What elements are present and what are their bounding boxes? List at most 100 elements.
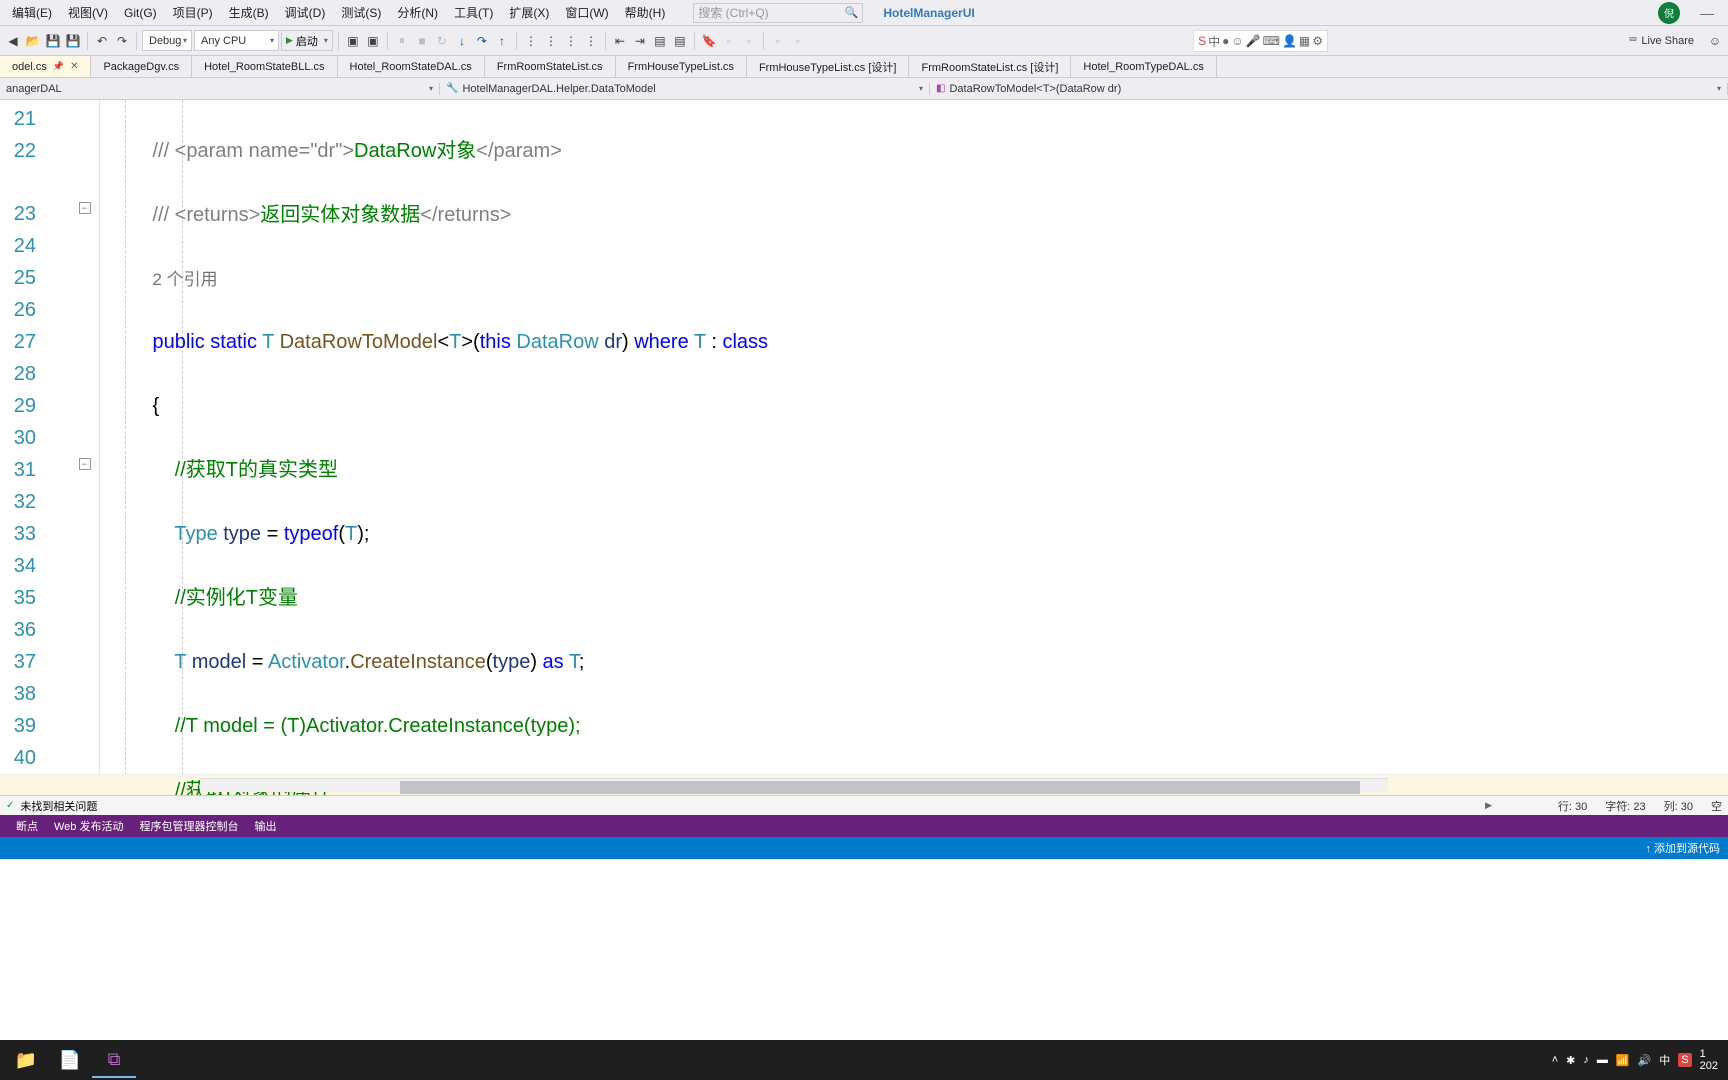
- uncomment-icon[interactable]: ▤: [671, 31, 689, 51]
- close-icon[interactable]: ✕: [70, 61, 78, 72]
- menu-build[interactable]: 生成(B): [221, 0, 277, 25]
- comment-icon[interactable]: ▤: [651, 31, 669, 51]
- nav-back-icon[interactable]: ◀: [4, 31, 22, 51]
- ime-indicator[interactable]: 中: [1659, 1052, 1670, 1068]
- tab-label: FrmHouseTypeList.cs: [628, 61, 734, 73]
- tab[interactable]: FrmRoomStateList.cs [设计]: [909, 56, 1071, 77]
- ime-logo-icon: S: [1198, 34, 1206, 48]
- add-to-source-button[interactable]: ↑ 添加到源代码: [1645, 840, 1720, 856]
- panel-tab[interactable]: Web 发布活动: [46, 818, 131, 834]
- menu-analyze[interactable]: 分析(N): [389, 0, 446, 25]
- app-icon[interactable]: 📄: [48, 1042, 92, 1078]
- codelens-references[interactable]: 2 个引用: [152, 270, 217, 289]
- start-button[interactable]: ▶启动▾: [281, 30, 333, 51]
- volume-icon[interactable]: 🔊: [1638, 1054, 1652, 1067]
- tab[interactable]: Hotel_RoomStateDAL.cs: [338, 56, 485, 77]
- menu-bar: 编辑(E) 视图(V) Git(G) 项目(P) 生成(B) 调试(D) 测试(…: [0, 0, 1728, 26]
- menu-help[interactable]: 帮助(H): [617, 0, 674, 25]
- tab[interactable]: PackageDgv.cs: [91, 56, 192, 77]
- undo-icon[interactable]: ↶: [93, 31, 111, 51]
- ime-toolbar[interactable]: S 中 ● ☺ 🎤 ⌨ 👤 ▦ ⚙: [1193, 30, 1328, 52]
- panel-tab[interactable]: 断点: [8, 818, 46, 834]
- bookmark-icon[interactable]: 🔖: [700, 31, 718, 51]
- config-dropdown[interactable]: Debug: [142, 30, 192, 51]
- code-area[interactable]: /// <param name="dr">DataRow对象</param> /…: [100, 100, 1728, 795]
- fold-toggle[interactable]: −: [79, 458, 91, 470]
- search-placeholder: 搜索 (Ctrl+Q): [698, 4, 768, 21]
- nav-method-dropdown[interactable]: ◧DataRowToModel<T>(DataRow dr): [930, 83, 1728, 95]
- tab-label: FrmHouseTypeList.cs [设计]: [759, 59, 897, 75]
- scrollbar-thumb[interactable]: [400, 781, 1360, 794]
- panel-tab[interactable]: 程序包管理器控制台: [131, 818, 246, 834]
- menu-extensions[interactable]: 扩展(X): [501, 0, 557, 25]
- visual-studio-icon[interactable]: ⧉: [92, 1042, 136, 1078]
- feedback-icon[interactable]: ☺: [1706, 31, 1724, 51]
- live-share-icon: ⮹: [1629, 34, 1638, 47]
- save-icon[interactable]: 💾: [44, 31, 62, 51]
- tool-icon[interactable]: ▣: [344, 31, 362, 51]
- stop-icon: ■: [413, 31, 431, 51]
- chevron-down-icon: ▾: [324, 36, 328, 45]
- user-badge[interactable]: 倪: [1658, 2, 1680, 24]
- menu-test[interactable]: 测试(S): [333, 0, 389, 25]
- tool-icon[interactable]: ▣: [364, 31, 382, 51]
- ok-icon: ✓: [6, 800, 14, 811]
- panel-tab[interactable]: 输出: [246, 818, 284, 834]
- file-explorer-icon[interactable]: 📁: [4, 1042, 48, 1078]
- step-over-icon[interactable]: ↷: [473, 31, 491, 51]
- pause-icon: ⏸: [393, 31, 411, 51]
- step-out-icon[interactable]: ↑: [493, 31, 511, 51]
- tab-active[interactable]: odel.cs📌✕: [0, 56, 91, 77]
- minimize-button[interactable]: —: [1690, 0, 1724, 27]
- issues-text: 未找到相关问题: [20, 798, 97, 814]
- tray-icon[interactable]: ♪: [1583, 1054, 1589, 1066]
- ime-icon: ☺: [1231, 34, 1243, 48]
- menu-git[interactable]: Git(G): [116, 2, 165, 24]
- menu-debug[interactable]: 调试(D): [277, 0, 334, 25]
- wifi-icon[interactable]: 📶: [1616, 1054, 1630, 1067]
- tab[interactable]: FrmHouseTypeList.cs [设计]: [747, 56, 910, 77]
- tray-icon[interactable]: ✱: [1566, 1054, 1575, 1067]
- menu-tools[interactable]: 工具(T): [446, 0, 501, 25]
- tool-icon: ▫: [720, 31, 738, 51]
- indent-icon[interactable]: ⇥: [631, 31, 649, 51]
- chevron-right-icon[interactable]: ▶: [1485, 800, 1492, 811]
- open-folder-icon[interactable]: 📂: [24, 31, 42, 51]
- separator: [136, 32, 137, 50]
- system-tray[interactable]: ˄ ✱ ♪ ▬ 📶 🔊 中 S 1202: [1552, 1048, 1724, 1072]
- nav-project-dropdown[interactable]: anagerDAL: [0, 83, 440, 95]
- pin-icon[interactable]: 📌: [53, 61, 64, 72]
- nav-class-dropdown[interactable]: 🔧HotelManagerDAL.Helper.DataToModel: [440, 83, 930, 95]
- toolbar: ◀ 📂 💾 💾 ↶ ↷ Debug Any CPU ▶启动▾ ▣ ▣ ⏸ ■ ↻…: [0, 26, 1728, 56]
- tool-icon[interactable]: ⋮: [522, 31, 540, 51]
- code-editor[interactable]: 2122232425262728293031323334353637383940…: [0, 100, 1728, 795]
- platform-dropdown[interactable]: Any CPU: [194, 30, 279, 51]
- menu-edit[interactable]: 编辑(E): [4, 0, 60, 25]
- nav-label: HotelManagerDAL.Helper.DataToModel: [462, 83, 655, 95]
- chevron-up-icon[interactable]: ˄: [1552, 1054, 1558, 1066]
- clock[interactable]: 1202: [1700, 1048, 1718, 1072]
- save-all-icon[interactable]: 💾: [64, 31, 82, 51]
- tab[interactable]: Hotel_RoomTypeDAL.cs: [1071, 56, 1216, 77]
- tab[interactable]: Hotel_RoomStateBLL.cs: [192, 56, 337, 77]
- tab[interactable]: FrmHouseTypeList.cs: [616, 56, 747, 77]
- tab[interactable]: FrmRoomStateList.cs: [485, 56, 616, 77]
- redo-icon[interactable]: ↷: [113, 31, 131, 51]
- tool-icon[interactable]: ⋮: [562, 31, 580, 51]
- search-input[interactable]: 搜索 (Ctrl+Q) 🔍: [693, 3, 863, 23]
- platform-label: Any CPU: [201, 35, 246, 47]
- menu-window[interactable]: 窗口(W): [557, 0, 616, 25]
- fold-toggle[interactable]: −: [79, 202, 91, 214]
- tool-icon[interactable]: ⋮: [582, 31, 600, 51]
- live-share-button[interactable]: ⮹ Live Share: [1629, 34, 1694, 47]
- menu-project[interactable]: 项目(P): [165, 0, 221, 25]
- menu-view[interactable]: 视图(V): [60, 0, 116, 25]
- horizontal-scrollbar[interactable]: [200, 778, 1388, 792]
- indent-icon[interactable]: ⇤: [611, 31, 629, 51]
- restart-icon: ↻: [433, 31, 451, 51]
- battery-icon[interactable]: ▬: [1597, 1054, 1608, 1066]
- sogou-icon[interactable]: S: [1678, 1053, 1691, 1067]
- step-into-icon[interactable]: ↓: [453, 31, 471, 51]
- ime-icon: 👤: [1282, 34, 1297, 48]
- tool-icon[interactable]: ⋮: [542, 31, 560, 51]
